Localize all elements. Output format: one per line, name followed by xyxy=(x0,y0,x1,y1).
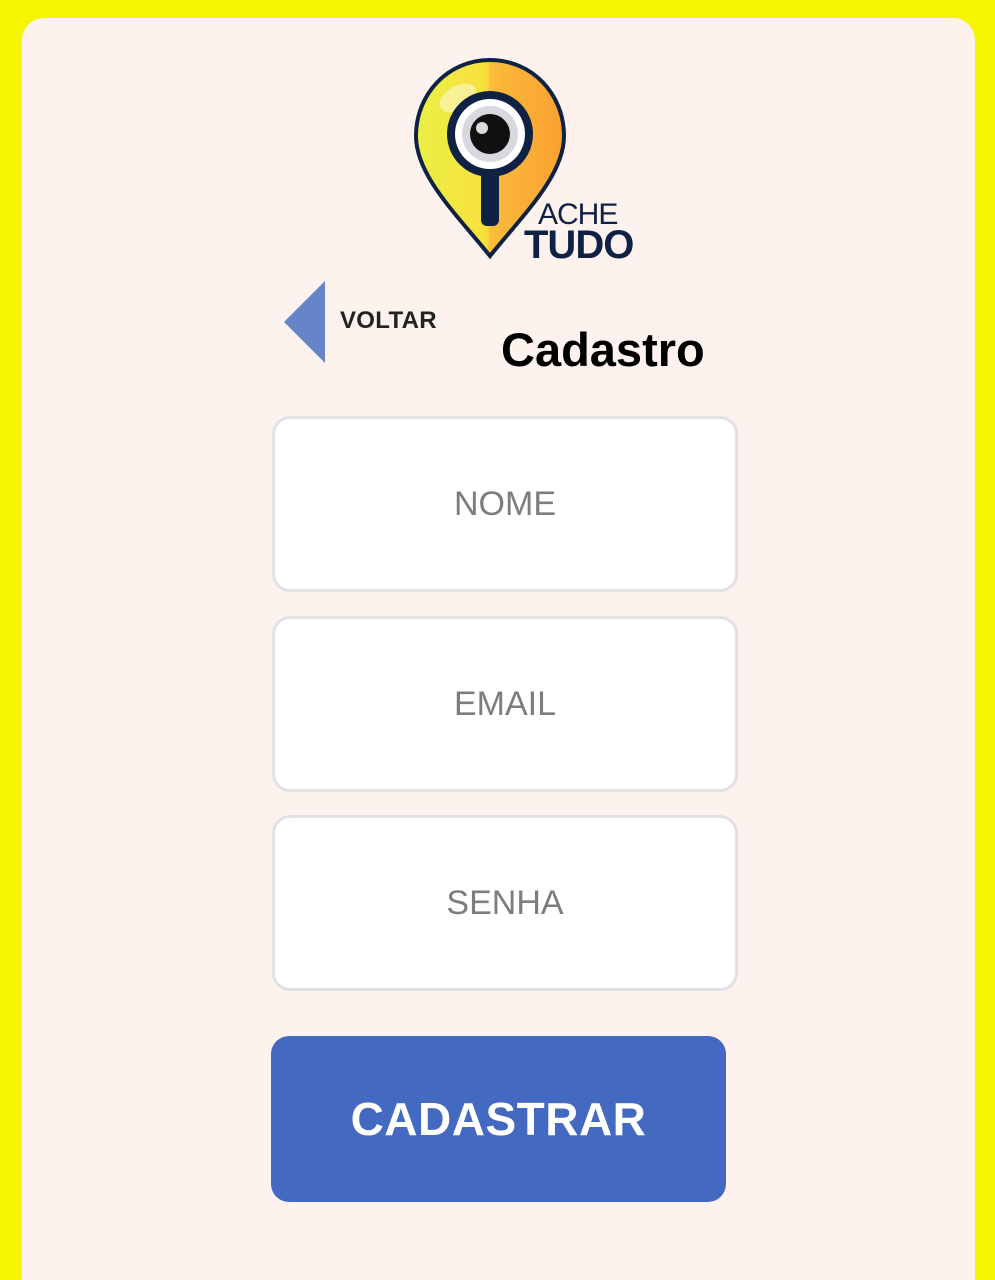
app-screen: ACHE TUDO VOLTAR Cadastro CADASTRAR xyxy=(22,18,975,1280)
ache-tudo-logo: ACHE TUDO xyxy=(410,58,640,268)
page-title: Cadastro xyxy=(501,323,705,376)
email-input[interactable] xyxy=(275,619,735,789)
password-field-container xyxy=(272,815,738,991)
back-arrow-icon xyxy=(284,281,325,363)
email-field-container xyxy=(272,616,738,792)
back-button[interactable]: VOLTAR xyxy=(284,280,444,364)
register-button[interactable]: CADASTRAR xyxy=(271,1036,726,1202)
name-input[interactable] xyxy=(275,419,735,589)
name-field-container xyxy=(272,416,738,592)
back-button-label: VOLTAR xyxy=(340,307,437,334)
password-input[interactable] xyxy=(275,818,735,988)
logo-text-tudo: TUDO xyxy=(524,223,634,267)
